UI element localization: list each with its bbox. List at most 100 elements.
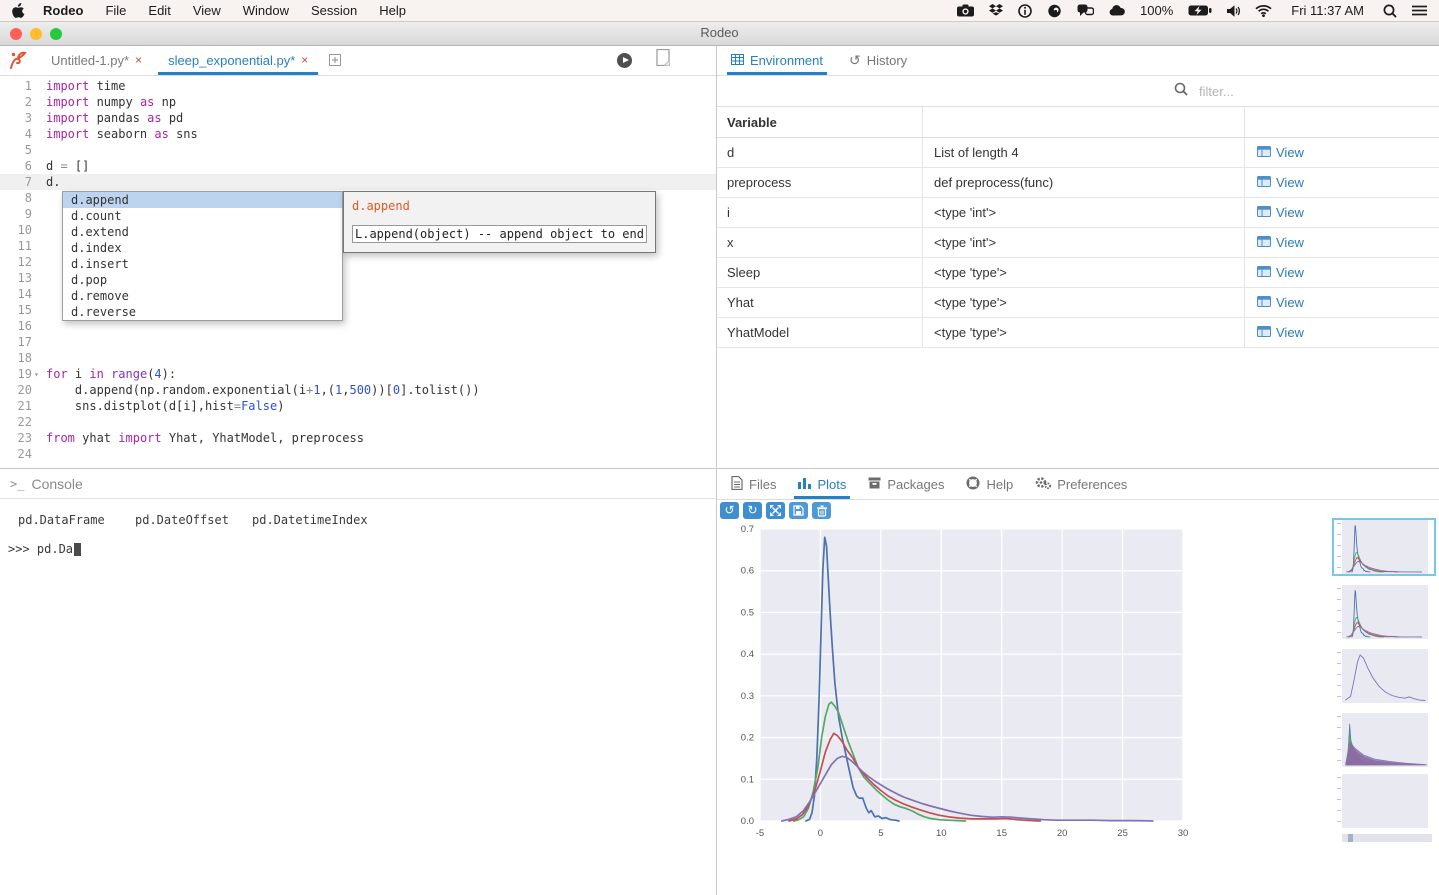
- menu-session[interactable]: Session: [311, 3, 357, 18]
- menu-edit[interactable]: Edit: [148, 3, 170, 18]
- dropbox-icon[interactable]: [989, 4, 1003, 17]
- expand-plot-button[interactable]: [766, 502, 785, 519]
- spotlight-search-icon[interactable]: [1383, 4, 1397, 18]
- console-prompt[interactable]: >>> pd.Da: [8, 542, 73, 556]
- code-line[interactable]: 22: [0, 414, 716, 430]
- variables-table: VariabledList of length 4Viewpreprocessd…: [717, 106, 1439, 348]
- tab-files[interactable]: Files: [731, 469, 776, 499]
- code-line[interactable]: 6d = []: [0, 158, 716, 174]
- plot-thumbnail[interactable]: [1332, 518, 1436, 576]
- menubar-clock[interactable]: Fri 11:37 AM: [1291, 3, 1364, 18]
- code-editor[interactable]: 1import time2import numpy as np3import p…: [0, 76, 716, 470]
- line-number: 9: [0, 206, 46, 222]
- code-text: d.: [46, 174, 60, 190]
- wifi-icon[interactable]: [1255, 4, 1272, 17]
- code-line[interactable]: 3import pandas as pd: [0, 110, 716, 126]
- battery-icon[interactable]: [1188, 5, 1212, 16]
- svg-text:0.3: 0.3: [741, 691, 754, 702]
- autocomplete-item[interactable]: d.index: [63, 240, 342, 256]
- new-tab-button[interactable]: [329, 54, 341, 66]
- tab-help[interactable]: Help: [966, 469, 1013, 499]
- redo-plot-button[interactable]: ↻: [743, 502, 762, 519]
- environment-filter-input[interactable]: [1197, 83, 1311, 100]
- apple-menu-icon[interactable]: [12, 3, 25, 18]
- autocomplete-item[interactable]: d.count: [63, 208, 342, 224]
- line-number: 21: [0, 398, 46, 414]
- close-window-button[interactable]: [10, 28, 22, 40]
- tab-plots[interactable]: Plots: [798, 469, 846, 499]
- minimize-window-button[interactable]: [30, 28, 42, 40]
- fold-arrow-icon[interactable]: ▾: [34, 367, 39, 383]
- save-plot-button[interactable]: [789, 502, 808, 519]
- new-file-icon[interactable]: [656, 49, 670, 71]
- variable-name: Yhat: [717, 288, 923, 317]
- close-tab-icon[interactable]: ×: [301, 53, 308, 67]
- code-line[interactable]: 18: [0, 350, 716, 366]
- code-line[interactable]: 23from yhat import Yhat, YhatModel, prep…: [0, 430, 716, 446]
- rodeo-logo-icon: [8, 50, 28, 70]
- menu-window[interactable]: Window: [243, 3, 289, 18]
- view-link[interactable]: View: [1257, 205, 1304, 220]
- chat-bubbles-icon[interactable]: [1077, 4, 1094, 17]
- code-line[interactable]: 20 d.append(np.random.exponential(i+1,(1…: [0, 382, 716, 398]
- run-script-button[interactable]: [617, 53, 632, 68]
- code-line[interactable]: 19▾for i in range(4):: [0, 366, 716, 382]
- code-line[interactable]: 2import numpy as np: [0, 94, 716, 110]
- plot-thumbnail[interactable]: [1332, 711, 1436, 769]
- info-circle-icon[interactable]: [1018, 4, 1032, 18]
- console-suggestion[interactable]: pd.DataFrame: [18, 513, 135, 527]
- creative-cloud-icon[interactable]: [1047, 4, 1062, 18]
- tab-environment[interactable]: Environment: [731, 45, 823, 75]
- plot-thumbnail[interactable]: [1332, 772, 1436, 830]
- console-suggestion[interactable]: pd.DateOffset: [135, 513, 252, 527]
- console-output[interactable]: pd.DataFramepd.DateOffsetpd.DatetimeInde…: [0, 513, 716, 556]
- code-line[interactable]: 1import time: [0, 78, 716, 94]
- tab-packages[interactable]: Packages: [868, 469, 944, 499]
- view-link[interactable]: View: [1257, 265, 1304, 280]
- tab-history[interactable]: ↺History: [849, 45, 907, 75]
- view-link[interactable]: View: [1257, 235, 1304, 250]
- cloud-icon[interactable]: [1109, 5, 1125, 16]
- plot-thumbnail[interactable]: [1332, 583, 1436, 641]
- plot-thumbnail[interactable]: [1332, 647, 1436, 705]
- volume-icon[interactable]: [1227, 5, 1240, 17]
- zoom-window-button[interactable]: [50, 28, 62, 40]
- editor-tab-untitled-1-py-[interactable]: Untitled-1.py*×: [38, 45, 155, 75]
- menu-rodeo[interactable]: Rodeo: [43, 3, 83, 18]
- editor-tab-sleep-exponential-py-[interactable]: sleep_exponential.py*×: [155, 45, 321, 75]
- tab-preferences[interactable]: Preferences: [1035, 469, 1127, 499]
- close-tab-icon[interactable]: ×: [135, 53, 142, 67]
- console-suggestion[interactable]: pd.DatetimeIndex: [252, 513, 369, 527]
- autocomplete-item[interactable]: d.append: [63, 192, 342, 208]
- code-line[interactable]: 4import seaborn as sns: [0, 126, 716, 142]
- view-link[interactable]: View: [1257, 175, 1304, 190]
- notification-center-icon[interactable]: [1412, 5, 1427, 16]
- code-line[interactable]: 24: [0, 446, 716, 462]
- thumbnail-axis-labels: [1334, 649, 1342, 703]
- code-line[interactable]: 21 sns.distplot(d[i],hist=False): [0, 398, 716, 414]
- code-line[interactable]: 7d.: [0, 174, 716, 190]
- delete-plot-button[interactable]: [812, 502, 831, 519]
- code-line[interactable]: 17: [0, 334, 716, 350]
- menu-help[interactable]: Help: [379, 3, 406, 18]
- plot-thumbnail-partial[interactable]: [1342, 834, 1432, 842]
- view-link[interactable]: View: [1257, 325, 1304, 340]
- autocomplete-item[interactable]: d.pop: [63, 272, 342, 288]
- editor-tabbar: Untitled-1.py*×sleep_exponential.py*×: [0, 45, 716, 76]
- pane-divider[interactable]: [716, 45, 717, 895]
- autocomplete-item[interactable]: d.insert: [63, 256, 342, 272]
- svg-text:0.1: 0.1: [741, 774, 754, 785]
- menu-file[interactable]: File: [105, 3, 126, 18]
- menu-view[interactable]: View: [193, 3, 221, 18]
- autocomplete-item[interactable]: d.remove: [63, 288, 342, 304]
- autocomplete-item[interactable]: d.reverse: [63, 304, 342, 320]
- environment-icon: [731, 53, 744, 68]
- undo-plot-button[interactable]: ↺: [720, 502, 739, 519]
- code-text: for i in range(4):: [46, 366, 176, 382]
- camera-icon[interactable]: [957, 4, 974, 17]
- code-line[interactable]: 5: [0, 142, 716, 158]
- svg-text:-5: -5: [756, 828, 764, 839]
- autocomplete-item[interactable]: d.extend: [63, 224, 342, 240]
- view-link[interactable]: View: [1257, 295, 1304, 310]
- view-link[interactable]: View: [1257, 145, 1304, 160]
